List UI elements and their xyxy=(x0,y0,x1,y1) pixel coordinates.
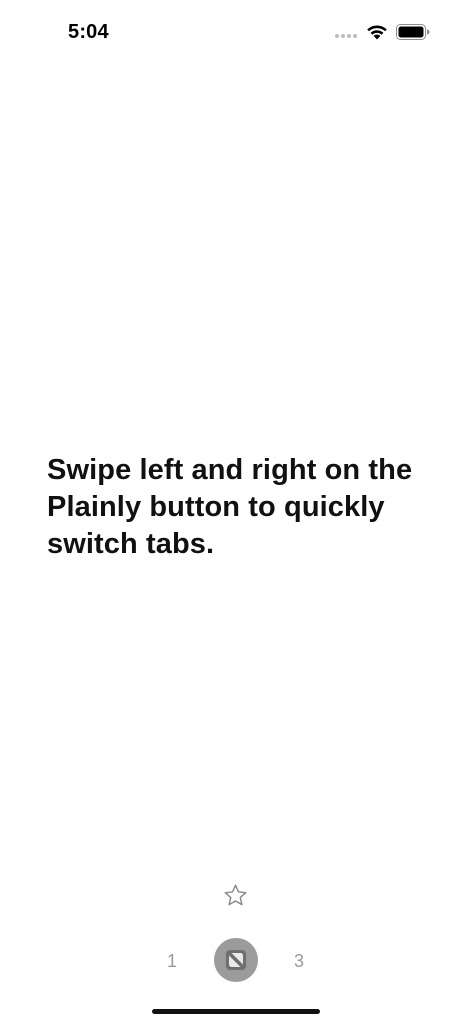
tab-1[interactable]: 1 xyxy=(162,951,182,972)
onboarding-message: Swipe left and right on the Plainly butt… xyxy=(47,454,413,560)
signal-dots-icon xyxy=(335,34,357,38)
battery-icon xyxy=(396,24,430,40)
status-bar: 5:04 xyxy=(0,0,472,64)
tab-3[interactable]: 3 xyxy=(289,951,309,972)
wifi-icon xyxy=(367,25,387,40)
home-indicator[interactable] xyxy=(152,1009,320,1014)
status-time: 5:04 xyxy=(68,21,109,43)
plainly-button[interactable] xyxy=(214,938,258,982)
plainly-logo-icon xyxy=(226,950,246,970)
star-outline-icon[interactable] xyxy=(223,883,248,908)
